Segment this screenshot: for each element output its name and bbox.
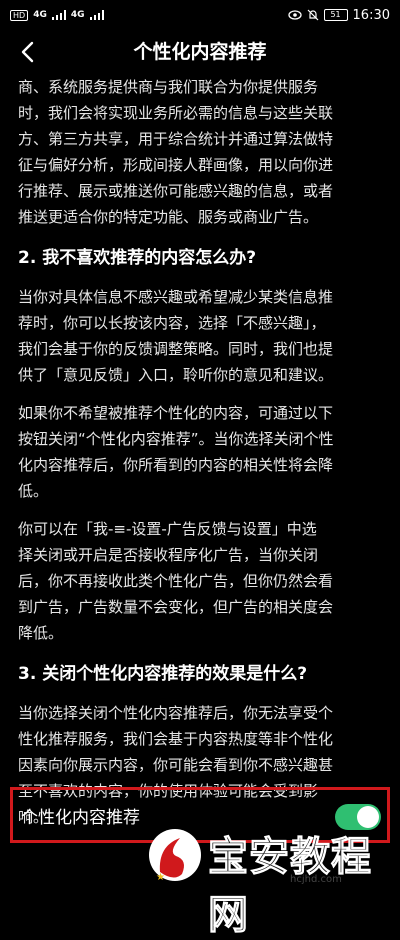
text-line: 低。 [18,482,49,500]
text-line: 如果你不希望被推荐个性化的内容，可通过以下 [18,404,334,422]
text-line: 征与偏好分析，形成间接人群画像，用以向你进 [18,156,334,174]
battery-indicator: 51 [323,9,348,21]
watermark-url: hcjhd.com [290,874,342,885]
text-line: 因素向你展示内容，你可能会看到你不感兴趣甚 [18,756,334,774]
paragraph-not-interested: 当你对具体信息不感兴趣或希望减少某类信息推 荐时，你可以长按该内容，选择「不感兴… [18,284,388,388]
section-heading-3: 3. 关闭个性化内容推荐的效果是什么? [18,664,308,684]
eye-icon [287,10,302,20]
status-time: 16:30 [352,7,390,23]
signal-bars-icon-2 [89,10,104,20]
page-title: 个性化内容推荐 [133,41,267,63]
signal-label-2: 4G [70,10,85,20]
text-line: 行推荐、展示或推送你可能感兴趣的信息，或者 [18,182,334,200]
text-line: 到广告，广告数量不会变化，但广告的相关度会 [18,598,334,616]
text-line: 当你对具体信息不感兴趣或希望减少某类信息推 [18,288,334,306]
status-bar: HD 4G 4G 51 16:30 [0,0,400,30]
text-line: 性化推荐服务，我们会基于内容热度等非个性化 [18,730,334,748]
text-line: 商、系统服务提供商与我们联合为你提供服务 [18,78,319,96]
text-line: 按钮关闭“个性化内容推荐”。当你选择关闭个性 [18,430,334,448]
text-line: 时，我们会将实现业务所必需的信息与这些关联 [18,104,334,122]
paragraph-ad-settings: 你可以在「我-≡-设置-广告反馈与设置」中选 择关闭或开启是否接收程序化广告，当… [18,516,388,646]
paragraph-disable-recommend: 如果你不希望被推荐个性化的内容，可通过以下 按钮关闭“个性化内容推荐”。当你选择… [18,400,388,504]
navigation-bar: 个性化内容推荐 [0,30,400,74]
text-line: 后，你不再接收此类个性化广告，但你仍然会看 [18,572,334,590]
paragraph-data-sharing: 商、系统服务提供商与我们联合为你提供服务 时，我们会将实现业务所必需的信息与这些… [18,74,388,230]
hd-badge: HD [10,9,29,21]
signal-label-1: 4G [33,10,47,20]
text-line: 当你选择关闭个性化内容推荐后，你无法享受个 [18,704,334,722]
text-line: 供了「意见反馈」入口，聆听你的意见和建议。 [18,366,334,384]
text-line: 化内容推荐后，你所看到的内容的相关性将会降 [18,456,334,474]
text-line: 荐时，你可以长按该内容，选择「不感兴趣」， [18,314,326,332]
text-line: 我们会基于你的反馈调整策略。同时，我们也提 [18,340,334,358]
text-line: 择关闭或开启是否接收程序化广告，当你关闭 [18,546,319,564]
text-line: 推送更适合你的特定功能、服务或商业广告。 [18,208,319,226]
svg-text:★: ★ [156,872,165,883]
watermark-logo-icon: ★ [149,829,201,883]
status-left: HD 4G 4G [10,9,104,21]
status-right: 51 16:30 [287,7,390,23]
text-line: 方、第三方共享，用于综合统计并通过算法做特 [18,130,334,148]
mute-bell-icon [307,9,318,21]
signal-bars-icon [51,10,66,20]
text-line: 你可以在「我-≡-设置-广告反馈与设置」中选 [18,520,317,538]
section-heading-2: 2. 我不喜欢推荐的内容怎么办? [18,248,257,268]
content-scroll-area[interactable]: 商、系统服务提供商与我们联合为你提供服务 时，我们会将实现业务所必需的信息与这些… [18,74,388,830]
watermark: ★ 宝安教程网 hcjhd.com [140,818,400,939]
toggle-label: 个性化内容推荐 [21,807,140,828]
text-line: 降低。 [18,624,64,642]
